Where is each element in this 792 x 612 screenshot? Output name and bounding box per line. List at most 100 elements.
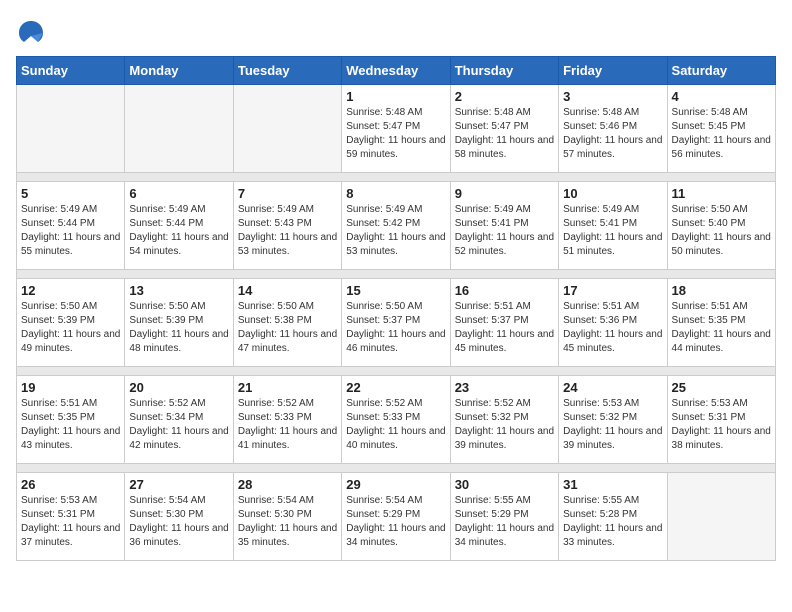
day-info-28: Sunrise: 5:54 AMSunset: 5:30 PMDaylight:… (238, 494, 337, 550)
day-cell-9: 9Sunrise: 5:49 AMSunset: 5:41 PMDaylight… (450, 182, 558, 270)
day-number-19: 19 (21, 380, 120, 395)
day-info-10: Sunrise: 5:49 AMSunset: 5:41 PMDaylight:… (563, 203, 662, 259)
weekday-header-wednesday: Wednesday (342, 57, 450, 85)
day-cell-16: 16 Sunrise: 5:51 AMSunset: 5:37 PMDayligh… (450, 279, 558, 367)
day-cell-27: 27 Sunrise: 5:54 AMSunset: 5:30 PMDayligh… (125, 473, 233, 561)
week-row-1: 1Sunrise: 5:48 AMSunset: 5:47 PMDaylight… (17, 85, 776, 173)
day-info-31: Sunrise: 5:55 AMSunset: 5:28 PMDaylight:… (563, 494, 662, 550)
day-info-8: Sunrise: 5:49 AMSunset: 5:42 PMDaylight:… (346, 203, 445, 259)
day-number-15: 15 (346, 283, 445, 298)
day-info-26: Sunrise: 5:53 AMSunset: 5:31 PMDaylight:… (21, 494, 120, 550)
day-cell-12: 12 Sunrise: 5:50 AMSunset: 5:39 PMDayligh… (17, 279, 125, 367)
day-number-12: 12 (21, 283, 120, 298)
day-number-6: 6 (129, 186, 228, 201)
day-info-27: Sunrise: 5:54 AMSunset: 5:30 PMDaylight:… (129, 494, 228, 550)
weekday-header-saturday: Saturday (667, 57, 775, 85)
day-number-8: 8 (346, 186, 445, 201)
calendar: SundayMondayTuesdayWednesdayThursdayFrid… (16, 56, 776, 561)
day-number-20: 20 (129, 380, 228, 395)
day-info-20: Sunrise: 5:52 AMSunset: 5:34 PMDaylight:… (129, 397, 228, 453)
day-cell-2: 2 Sunrise: 5:48 AMSunset: 5:47 PMDaylight… (450, 85, 558, 173)
day-info-14: Sunrise: 5:50 AMSunset: 5:38 PMDaylight:… (238, 300, 337, 356)
header (16, 16, 776, 46)
day-info-21: Sunrise: 5:52 AMSunset: 5:33 PMDaylight:… (238, 397, 337, 453)
day-cell-22: 22Sunrise: 5:52 AMSunset: 5:33 PMDayligh… (342, 376, 450, 464)
day-info-12: Sunrise: 5:50 AMSunset: 5:39 PMDaylight:… (21, 300, 120, 356)
week-row-3: 12 Sunrise: 5:50 AMSunset: 5:39 PMDayligh… (17, 279, 776, 367)
day-number-4: 4 (672, 89, 771, 104)
day-info-30: Sunrise: 5:55 AMSunset: 5:29 PMDaylight:… (455, 494, 554, 550)
day-info-13: Sunrise: 5:50 AMSunset: 5:39 PMDaylight:… (129, 300, 228, 356)
day-number-17: 17 (563, 283, 662, 298)
day-number-13: 13 (129, 283, 228, 298)
day-cell-7: 7 Sunrise: 5:49 AMSunset: 5:43 PMDaylight… (233, 182, 341, 270)
day-info-1: Sunrise: 5:48 AMSunset: 5:47 PMDaylight:… (346, 106, 445, 162)
weekday-header-sunday: Sunday (17, 57, 125, 85)
day-cell-13: 13 Sunrise: 5:50 AMSunset: 5:39 PMDayligh… (125, 279, 233, 367)
day-info-24: Sunrise: 5:53 AMSunset: 5:32 PMDaylight:… (563, 397, 662, 453)
day-info-29: Sunrise: 5:54 AMSunset: 5:29 PMDaylight:… (346, 494, 445, 550)
day-number-5: 5 (21, 186, 120, 201)
day-info-25: Sunrise: 5:53 AMSunset: 5:31 PMDaylight:… (672, 397, 771, 453)
empty-cell (233, 85, 341, 173)
week-spacer-3 (17, 367, 776, 376)
day-info-17: Sunrise: 5:51 AMSunset: 5:36 PMDaylight:… (563, 300, 662, 356)
week-spacer-4 (17, 464, 776, 473)
day-number-3: 3 (563, 89, 662, 104)
weekday-header-row: SundayMondayTuesdayWednesdayThursdayFrid… (17, 57, 776, 85)
day-number-18: 18 (672, 283, 771, 298)
day-cell-19: 19Sunrise: 5:51 AMSunset: 5:35 PMDayligh… (17, 376, 125, 464)
weekday-header-friday: Friday (559, 57, 667, 85)
day-info-6: Sunrise: 5:49 AMSunset: 5:44 PMDaylight:… (129, 203, 228, 259)
empty-cell (17, 85, 125, 173)
day-number-22: 22 (346, 380, 445, 395)
weekday-header-monday: Monday (125, 57, 233, 85)
day-cell-31: 31 Sunrise: 5:55 AMSunset: 5:28 PMDayligh… (559, 473, 667, 561)
week-spacer-cell (17, 464, 776, 473)
day-number-25: 25 (672, 380, 771, 395)
day-number-7: 7 (238, 186, 337, 201)
day-cell-11: 11Sunrise: 5:50 AMSunset: 5:40 PMDayligh… (667, 182, 775, 270)
day-cell-6: 6 Sunrise: 5:49 AMSunset: 5:44 PMDaylight… (125, 182, 233, 270)
day-info-15: Sunrise: 5:50 AMSunset: 5:37 PMDaylight:… (346, 300, 445, 356)
day-info-9: Sunrise: 5:49 AMSunset: 5:41 PMDaylight:… (455, 203, 554, 259)
day-cell-1: 1Sunrise: 5:48 AMSunset: 5:47 PMDaylight… (342, 85, 450, 173)
day-number-21: 21 (238, 380, 337, 395)
day-number-28: 28 (238, 477, 337, 492)
day-cell-18: 18 Sunrise: 5:51 AMSunset: 5:35 PMDayligh… (667, 279, 775, 367)
day-number-11: 11 (672, 186, 771, 201)
day-cell-23: 23Sunrise: 5:52 AMSunset: 5:32 PMDayligh… (450, 376, 558, 464)
day-cell-24: 24 Sunrise: 5:53 AMSunset: 5:32 PMDayligh… (559, 376, 667, 464)
day-info-7: Sunrise: 5:49 AMSunset: 5:43 PMDaylight:… (238, 203, 337, 259)
day-number-31: 31 (563, 477, 662, 492)
day-cell-10: 10Sunrise: 5:49 AMSunset: 5:41 PMDayligh… (559, 182, 667, 270)
day-cell-14: 14 Sunrise: 5:50 AMSunset: 5:38 PMDayligh… (233, 279, 341, 367)
day-info-18: Sunrise: 5:51 AMSunset: 5:35 PMDaylight:… (672, 300, 771, 356)
day-cell-25: 25 Sunrise: 5:53 AMSunset: 5:31 PMDayligh… (667, 376, 775, 464)
day-number-2: 2 (455, 89, 554, 104)
week-spacer-1 (17, 173, 776, 182)
day-number-30: 30 (455, 477, 554, 492)
day-number-14: 14 (238, 283, 337, 298)
weekday-header-thursday: Thursday (450, 57, 558, 85)
logo (16, 16, 50, 46)
day-info-16: Sunrise: 5:51 AMSunset: 5:37 PMDaylight:… (455, 300, 554, 356)
day-info-5: Sunrise: 5:49 AMSunset: 5:44 PMDaylight:… (21, 203, 120, 259)
day-cell-8: 8 Sunrise: 5:49 AMSunset: 5:42 PMDaylight… (342, 182, 450, 270)
week-spacer-cell (17, 173, 776, 182)
day-cell-3: 3Sunrise: 5:48 AMSunset: 5:46 PMDaylight… (559, 85, 667, 173)
day-cell-21: 21 Sunrise: 5:52 AMSunset: 5:33 PMDayligh… (233, 376, 341, 464)
day-cell-20: 20 Sunrise: 5:52 AMSunset: 5:34 PMDayligh… (125, 376, 233, 464)
week-spacer-cell (17, 270, 776, 279)
day-info-2: Sunrise: 5:48 AMSunset: 5:47 PMDaylight:… (455, 106, 554, 162)
day-cell-26: 26Sunrise: 5:53 AMSunset: 5:31 PMDayligh… (17, 473, 125, 561)
day-number-27: 27 (129, 477, 228, 492)
logo-icon (16, 16, 46, 46)
day-number-16: 16 (455, 283, 554, 298)
day-cell-15: 15 Sunrise: 5:50 AMSunset: 5:37 PMDayligh… (342, 279, 450, 367)
week-row-2: 5 Sunrise: 5:49 AMSunset: 5:44 PMDaylight… (17, 182, 776, 270)
day-cell-5: 5 Sunrise: 5:49 AMSunset: 5:44 PMDaylight… (17, 182, 125, 270)
day-number-24: 24 (563, 380, 662, 395)
day-cell-28: 28 Sunrise: 5:54 AMSunset: 5:30 PMDayligh… (233, 473, 341, 561)
week-spacer-2 (17, 270, 776, 279)
